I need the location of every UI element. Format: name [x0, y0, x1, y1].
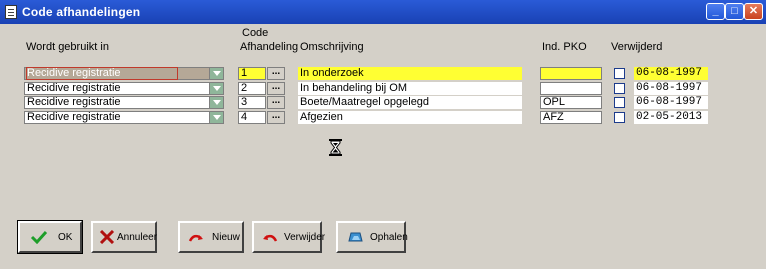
header-wordt-gebruikt-in: Wordt gebruikt in — [26, 41, 109, 53]
verwijderd-date[interactable]: 06-08-1997 — [634, 67, 708, 80]
verwijderd-checkbox[interactable] — [614, 97, 625, 108]
header-ind-pko: Ind. PKO — [542, 41, 587, 53]
lookup-button[interactable]: ... — [267, 111, 285, 124]
ophalen-button[interactable]: Ophalen — [336, 221, 408, 253]
gebruikt-in-select[interactable]: Recidive registratie — [24, 67, 224, 80]
header-afhandeling: Afhandeling — [240, 41, 299, 53]
omschrijving-field[interactable]: Boete/Maatregel opgelegd — [298, 96, 522, 109]
code-field[interactable]: 4 — [238, 111, 266, 124]
ok-button[interactable]: OK — [17, 220, 83, 254]
omschrijving-field[interactable]: In onderzoek — [298, 67, 522, 80]
verwijderd-checkbox[interactable] — [614, 68, 625, 79]
pko-field[interactable]: AFZ — [540, 111, 602, 124]
gebruikt-in-value: Recidive registratie — [27, 96, 121, 108]
verwijderd-checkbox[interactable] — [614, 83, 625, 94]
verwijderd-date[interactable]: 06-08-1997 — [634, 96, 708, 109]
ok-label: OK — [58, 232, 73, 243]
omschrijving-field[interactable]: Afgezien — [298, 111, 522, 124]
gebruikt-in-value: Recidive registratie — [26, 67, 178, 80]
code-field[interactable]: 1 — [238, 67, 266, 80]
annuleer-label: Annuleer — [117, 232, 158, 243]
gebruikt-in-select[interactable]: Recidive registratie — [24, 111, 224, 124]
code-field[interactable]: 2 — [238, 82, 266, 95]
pko-field[interactable]: OPL — [540, 96, 602, 109]
omschrijving-field[interactable]: In behandeling bij OM — [298, 82, 522, 95]
pko-field[interactable] — [540, 67, 602, 80]
gebruikt-in-value: Recidive registratie — [27, 111, 121, 123]
window-title: Code afhandelingen — [22, 5, 141, 19]
nieuw-button[interactable]: Nieuw — [178, 221, 244, 253]
maximize-button[interactable]: □ — [725, 3, 744, 20]
close-button[interactable]: ✕ — [744, 3, 763, 20]
verwijder-button[interactable]: Verwijder — [252, 221, 326, 253]
gebruikt-in-value: Recidive registratie — [27, 82, 121, 94]
new-arrow-icon — [188, 234, 203, 242]
code-field[interactable]: 3 — [238, 96, 266, 109]
gebruikt-in-select[interactable]: Recidive registratie — [24, 82, 224, 95]
gebruikt-in-select[interactable]: Recidive registratie — [24, 96, 224, 109]
title-bar: Code afhandelingen _ □ ✕ — [0, 0, 766, 24]
chevron-down-icon[interactable] — [209, 97, 223, 108]
pko-field[interactable] — [540, 82, 602, 95]
verwijderd-checkbox[interactable] — [614, 112, 625, 123]
cross-icon — [99, 230, 115, 244]
lookup-button[interactable]: ... — [267, 67, 285, 80]
verwijder-label: Verwijder — [284, 232, 326, 243]
header-verwijderd: Verwijderd — [611, 41, 663, 53]
lookup-button[interactable]: ... — [267, 82, 285, 95]
document-icon — [5, 5, 17, 19]
nieuw-label: Nieuw — [212, 232, 240, 243]
checkmark-icon — [30, 230, 48, 244]
chevron-down-icon[interactable] — [209, 68, 223, 79]
header-code: Code — [242, 27, 269, 39]
annuleer-button[interactable]: Annuleer — [91, 221, 157, 253]
delete-arrow-icon — [263, 234, 278, 242]
lookup-button[interactable]: ... — [267, 96, 285, 109]
minimize-button[interactable]: _ — [706, 3, 725, 20]
chevron-down-icon[interactable] — [209, 83, 223, 94]
hourglass-icon — [329, 139, 342, 156]
chevron-down-icon[interactable] — [209, 112, 223, 123]
fetch-icon — [348, 232, 363, 242]
verwijderd-date[interactable]: 06-08-1997 — [634, 82, 708, 95]
ophalen-label: Ophalen — [370, 232, 408, 243]
verwijderd-date[interactable]: 02-05-2013 — [634, 111, 708, 124]
header-omschrijving: Omschrijving — [300, 41, 364, 53]
